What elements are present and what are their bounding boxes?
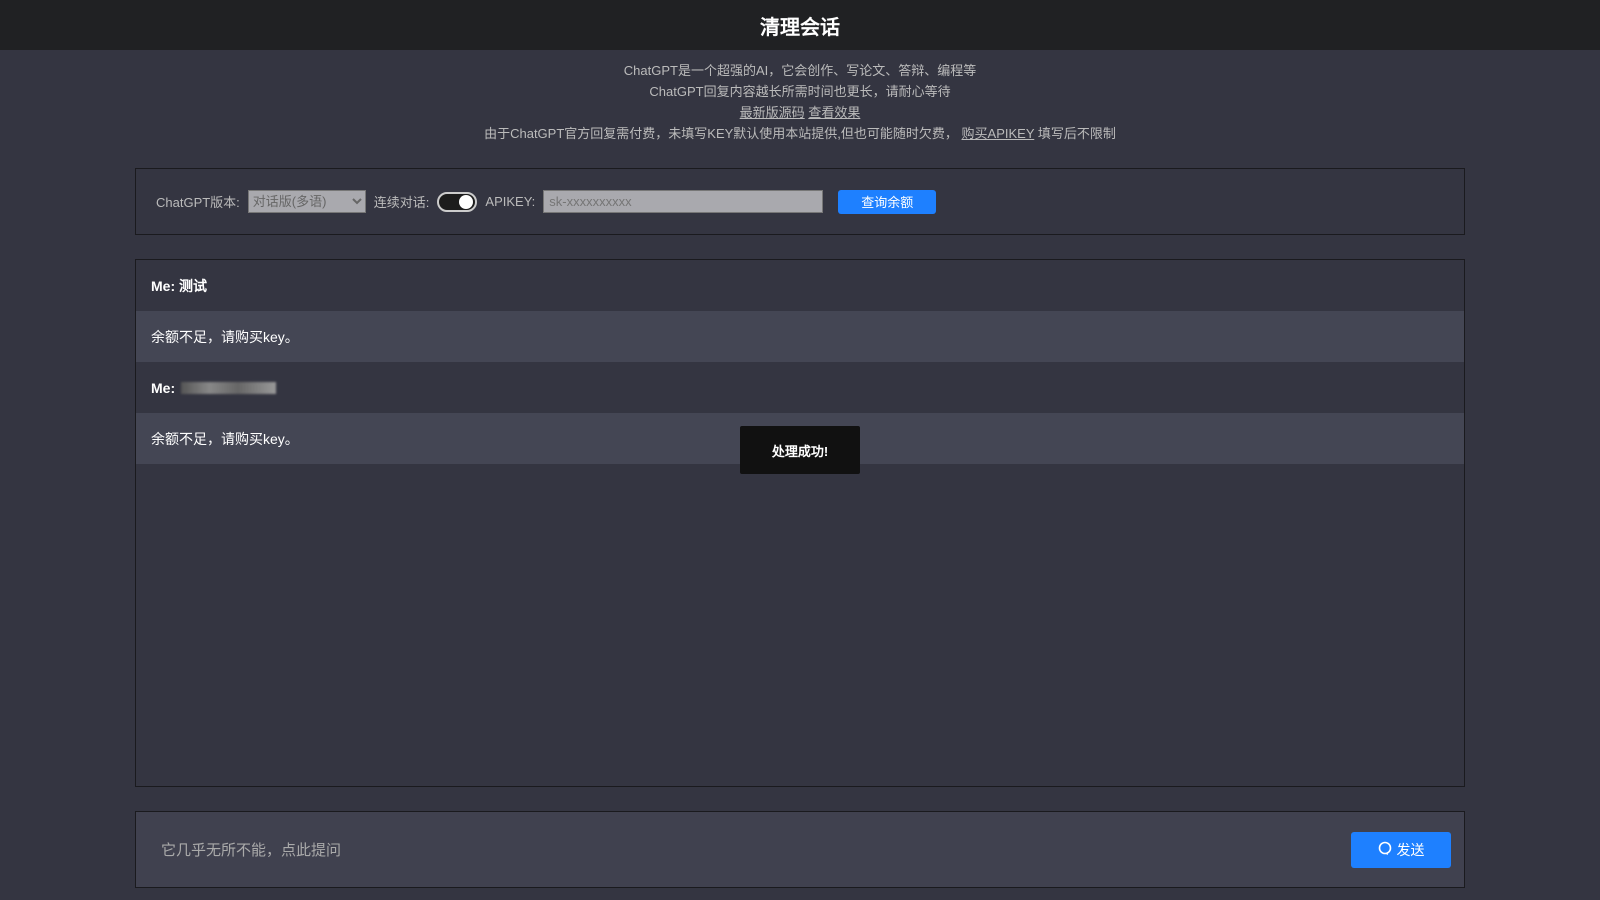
intro-line-2: ChatGPT回复内容越长所需时间也更长，请耐心等待: [649, 84, 951, 99]
header: 清理会话: [0, 0, 1600, 50]
intro: ChatGPT是一个超强的AI，它会创作、写论文、答辩、编程等 ChatGPT回…: [0, 60, 1600, 144]
continuous-label: 连续对话:: [373, 195, 430, 210]
message-ai: 余额不足，请购买key。: [136, 311, 1464, 362]
chat-area: Me: 测试 余额不足，请购买key。 Me: 余额不足，请购买key。: [135, 259, 1465, 787]
version-label: ChatGPT版本:: [156, 195, 240, 210]
message-me: Me:: [136, 362, 1464, 413]
continuous-toggle[interactable]: [437, 191, 478, 212]
message-me: Me: 测试: [136, 260, 1464, 311]
version-select[interactable]: 对话版(多语): [247, 190, 366, 213]
intro-line-4: 由于ChatGPT官方回复需付费，未填写KEY默认使用本站提供,但也可能随时欠费…: [484, 126, 958, 141]
send-label: 发送: [1396, 841, 1425, 858]
message-text: 余额不足，请购买key。: [151, 328, 299, 345]
check-balance-button[interactable]: 查询余额: [838, 189, 937, 214]
question-input[interactable]: 它几乎无所不能，点此提问: [161, 839, 1351, 860]
message-text: 测试: [179, 277, 208, 294]
message-text: 余额不足，请购买key。: [151, 430, 299, 447]
intro-line-1: ChatGPT是一个超强的AI，它会创作、写论文、答辩、编程等: [623, 63, 977, 78]
blurred-message-text: [181, 381, 277, 394]
demo-link[interactable]: 查看效果: [808, 105, 860, 120]
settings-panel: ChatGPT版本: 对话版(多语) 连续对话: APIKEY: 查询余额: [135, 168, 1465, 235]
apikey-label: APIKEY:: [485, 194, 536, 209]
chat-bubble-icon: [1378, 841, 1392, 858]
buy-apikey-link[interactable]: 购买APIKEY: [962, 126, 1035, 141]
apikey-input[interactable]: [543, 190, 824, 213]
source-link[interactable]: 最新版源码: [740, 105, 805, 120]
success-toast: 处理成功!: [740, 426, 860, 474]
clear-session-title[interactable]: 清理会话: [760, 11, 840, 40]
intro-line-4-tail: 填写后不限制: [1037, 126, 1116, 141]
me-prefix: Me:: [151, 277, 176, 294]
input-bar: 它几乎无所不能，点此提问 发送: [135, 811, 1465, 888]
me-prefix: Me:: [151, 379, 176, 396]
send-button[interactable]: 发送: [1351, 831, 1451, 868]
